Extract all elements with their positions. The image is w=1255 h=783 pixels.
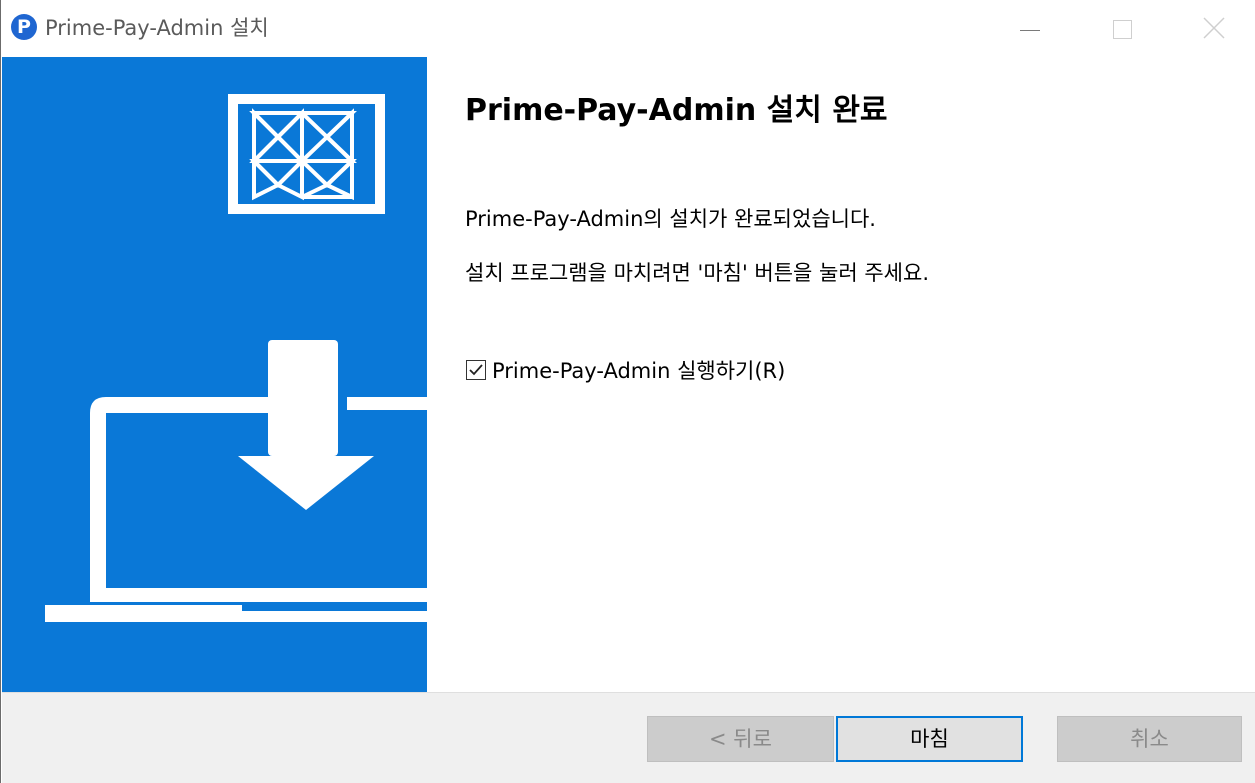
minimize-icon — [1020, 30, 1040, 31]
close-button[interactable] — [1166, 0, 1255, 57]
back-button[interactable]: < 뒤로 — [647, 716, 834, 762]
logo-icon — [228, 94, 385, 214]
main-content: Prime-Pay-Admin 설치 완료 Prime-Pay-Admin의 설… — [427, 57, 1255, 692]
completion-message: Prime-Pay-Admin의 설치가 완료되었습니다. — [465, 207, 876, 231]
button-bar: < 뒤로 마침 취소 — [2, 692, 1255, 783]
finish-button[interactable]: 마침 — [836, 716, 1023, 762]
run-app-checkbox-label: Prime-Pay-Admin 실행하기(R) — [492, 359, 786, 383]
download-arrow-icon — [238, 340, 374, 510]
laptop-icon — [45, 397, 427, 622]
minimize-button[interactable] — [983, 0, 1073, 57]
checkmark-icon — [469, 364, 483, 376]
app-icon: P — [11, 14, 37, 40]
window-title: Prime-Pay-Admin 설치 — [45, 16, 269, 40]
install-illustration — [45, 94, 427, 622]
page-title: Prime-Pay-Admin 설치 완료 — [465, 93, 888, 128]
close-icon — [1203, 17, 1225, 39]
installer-sidebar-banner — [2, 57, 427, 692]
instruction-message: 설치 프로그램을 마치려면 '마침' 버튼을 눌러 주세요. — [465, 261, 929, 285]
maximize-icon — [1113, 20, 1132, 39]
installer-window: P Prime-Pay-Admin 설치 Prime-Pay-Admin 설치 … — [0, 0, 1255, 783]
title-bar: P Prime-Pay-Admin 설치 — [1, 0, 1255, 57]
run-app-checkbox-row[interactable]: Prime-Pay-Admin 실행하기(R) — [466, 355, 785, 385]
run-app-checkbox[interactable] — [466, 360, 486, 380]
maximize-button[interactable] — [1076, 0, 1166, 57]
cancel-button[interactable]: 취소 — [1057, 716, 1242, 762]
